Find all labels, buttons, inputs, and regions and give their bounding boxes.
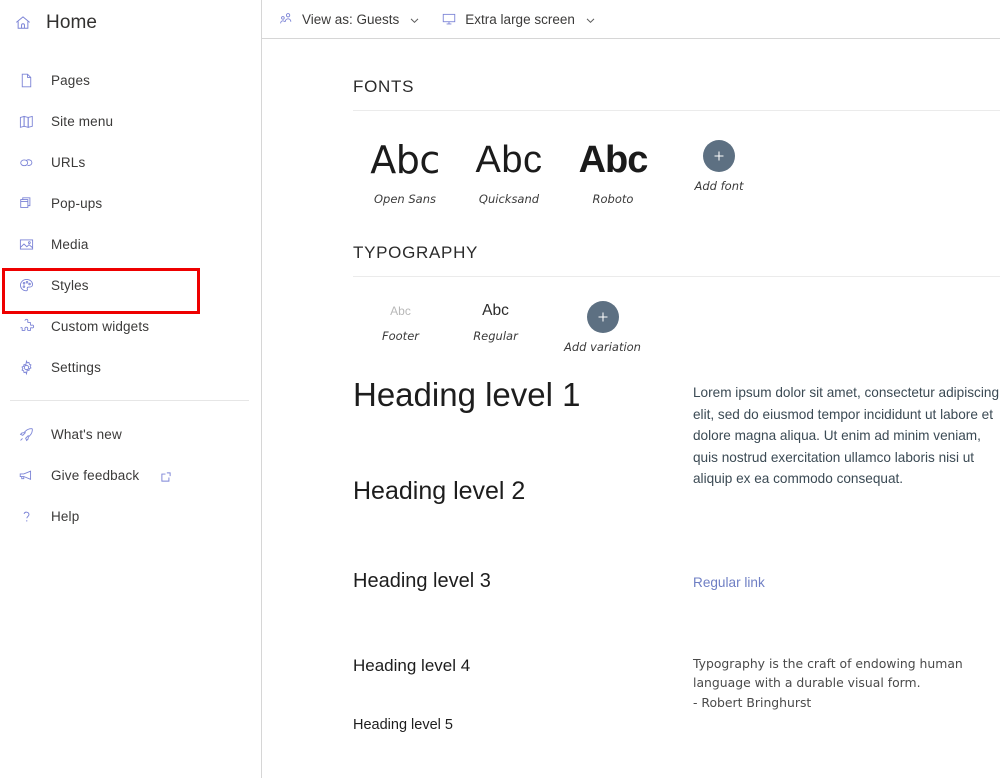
sidebar-item-label: Styles [51,278,89,293]
sidebar-item-settings[interactable]: Settings [0,347,261,388]
sidebar-item-label: Help [51,509,80,524]
home-icon [14,14,32,32]
sidebar: Home Pages Site menu URLs Pop-ups Media … [0,0,262,778]
toolbar: View as: Guests Extra large screen [262,0,1000,39]
sidebar-item-label: Pop-ups [51,196,103,211]
palette-icon [17,277,35,295]
font-name: Quicksand [478,192,540,206]
sidebar-item-styles[interactable]: Styles [0,265,261,306]
rocket-icon [17,426,35,444]
font-sample: Abc [475,139,543,181]
monitor-icon [440,11,457,28]
sidebar-divider [10,400,249,401]
body-column: Lorem ipsum dolor sit amet, consectetur … [693,376,1000,734]
heading-level-3-sample[interactable]: Heading level 3 [353,569,693,593]
link-icon [17,154,35,172]
variations-row: Abc Footer Abc Regular Add variation [353,277,1000,354]
font-card-quicksand[interactable]: Abc Quicksand [457,138,561,206]
sidebar-item-site-menu[interactable]: Site menu [0,101,261,142]
popup-icon [17,195,35,213]
sidebar-item-label: Settings [51,360,101,375]
puzzle-icon [17,318,35,336]
variation-footer[interactable]: Abc Footer [353,301,448,343]
add-variation-button[interactable]: Add variation [545,301,660,354]
font-name: Open Sans [374,192,436,206]
regular-link-sample[interactable]: Regular link [693,575,765,590]
screen-size-label: Extra large screen [465,11,575,27]
plus-icon [586,301,619,333]
fonts-section-title: FONTS [353,77,415,96]
variation-regular[interactable]: Abc Regular [448,301,543,343]
headings-column: Heading level 1 Heading level 2 Heading … [353,376,693,734]
sidebar-item-label: What's new [51,427,122,442]
sidebar-item-pages[interactable]: Pages [0,60,261,101]
fonts-section: FONTS Abc Open Sans Abc Quicksand Abc Ro… [353,39,1000,206]
font-sample: Abc [370,138,440,182]
home-title: Home [46,12,98,33]
paragraph-sample: Lorem ipsum dolor sit amet, consectetur … [693,385,999,486]
add-font-label: Add font [694,179,744,193]
main-panel: View as: Guests Extra large screen FONTS… [262,0,1000,778]
heading-level-5-sample[interactable]: Heading level 5 [353,716,693,734]
book-icon [17,113,35,131]
heading-level-1-sample[interactable]: Heading level 1 [353,376,693,414]
chevron-down-icon [409,14,420,25]
view-as-button[interactable]: View as: Guests [273,7,428,32]
add-font-button[interactable]: Add font [665,138,773,193]
sidebar-item-label: Media [51,237,89,252]
heading-level-4-sample[interactable]: Heading level 4 [353,655,693,676]
styles-content: FONTS Abc Open Sans Abc Quicksand Abc Ro… [262,39,1000,734]
sidebar-item-label: URLs [51,155,86,170]
typography-preview: Heading level 1 Heading level 2 Heading … [353,354,1000,734]
sidebar-item-urls[interactable]: URLs [0,142,261,183]
sidebar-item-custom-widgets[interactable]: Custom widgets [0,306,261,347]
screen-size-button[interactable]: Extra large screen [436,7,604,32]
sidebar-nav: Pages Site menu URLs Pop-ups Media Style… [0,60,261,388]
font-card-roboto[interactable]: Abc Roboto [561,138,665,206]
typography-section: TYPOGRAPHY Abc Footer Abc Regular Add va… [353,206,1000,734]
variation-name: Footer [382,329,419,343]
quote-text: Typography is the craft of endowing huma… [693,655,963,691]
app-root: Home Pages Site menu URLs Pop-ups Media … [0,0,1000,778]
typography-section-title: TYPOGRAPHY [353,243,479,262]
sidebar-nav-lower: What's new Give feedback Help [0,414,261,537]
font-sample: Abc [578,139,649,181]
add-variation-label: Add variation [564,340,641,354]
home-header[interactable]: Home [0,0,261,46]
font-name: Roboto [592,192,634,206]
sidebar-item-pop-ups[interactable]: Pop-ups [0,183,261,224]
variation-sample: Abc [390,304,411,318]
heading-level-2-sample[interactable]: Heading level 2 [353,476,693,506]
gear-icon [17,359,35,377]
people-icon [277,11,294,28]
variation-name: Regular [473,329,518,343]
sidebar-item-help[interactable]: Help [0,496,261,537]
quote-sample: Typography is the craft of endowing huma… [693,654,1000,713]
plus-icon [703,140,735,172]
image-icon [17,236,35,254]
question-icon [17,508,35,526]
sidebar-item-media[interactable]: Media [0,224,261,265]
external-link-icon [160,470,172,482]
chevron-down-icon [585,14,596,25]
sidebar-item-label: Give feedback [51,468,140,483]
sidebar-item-label: Pages [51,73,91,88]
quote-author: - Robert Bringhurst [693,694,812,710]
view-as-label: View as: Guests [302,11,400,27]
sidebar-item-label: Custom widgets [51,319,150,334]
fonts-row: Abc Open Sans Abc Quicksand Abc Roboto A… [353,111,1000,206]
font-card-open-sans[interactable]: Abc Open Sans [353,138,457,206]
sidebar-item-label: Site menu [51,114,114,129]
variation-sample: Abc [482,302,509,319]
megaphone-icon [17,467,35,485]
sidebar-item-whats-new[interactable]: What's new [0,414,261,455]
page-icon [17,72,35,90]
sidebar-item-give-feedback[interactable]: Give feedback [0,455,261,496]
